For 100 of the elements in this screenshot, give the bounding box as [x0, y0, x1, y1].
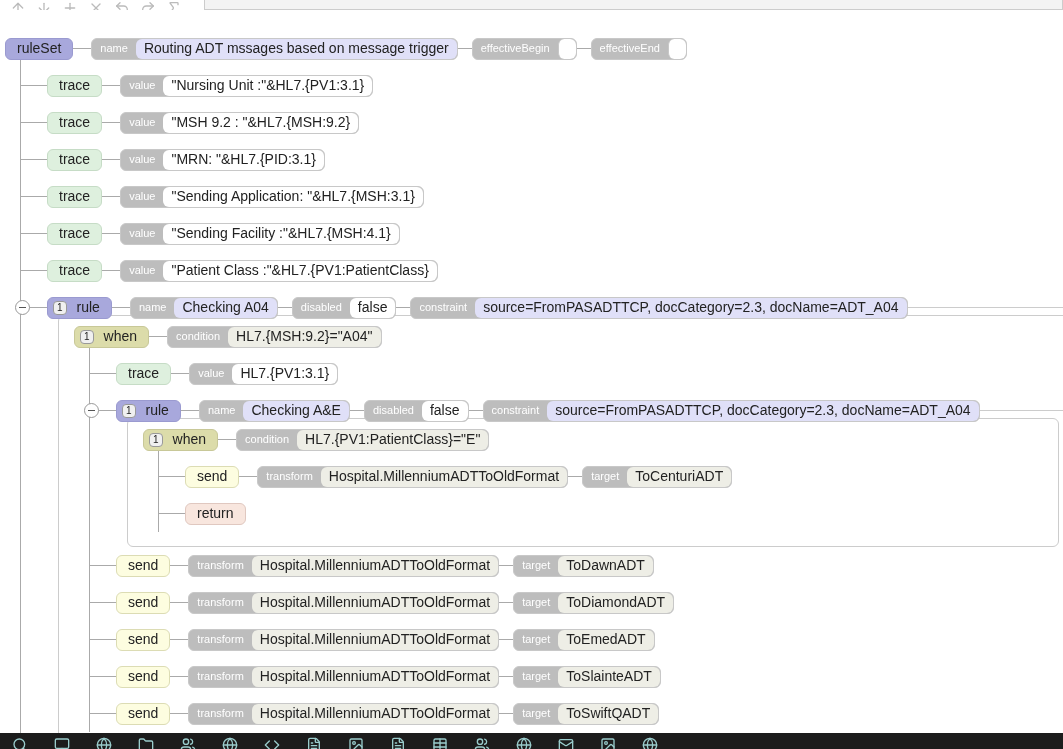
send-block[interactable]: send: [116, 702, 171, 725]
property-value[interactable]: Hospital.MillenniumADTToOldFormat: [251, 629, 499, 650]
property-value[interactable]: HL7.{MSH:9.2}="A04": [228, 326, 381, 347]
empty-value-field[interactable]: [557, 38, 576, 59]
property-label: transform: [196, 558, 245, 574]
property-label: value: [128, 263, 157, 279]
property-value[interactable]: "Patient Class :"&HL7.{PV1:PatientClass}: [163, 260, 437, 281]
property-value[interactable]: "Nursing Unit :"&HL7.{PV1:3.1}: [163, 75, 373, 96]
when-block[interactable]: 1 when: [74, 325, 150, 348]
globe-icon[interactable]: [642, 737, 658, 749]
file-icon[interactable]: [390, 737, 406, 749]
property-label: value: [128, 226, 157, 242]
property-value[interactable]: ToCenturiADT: [627, 466, 732, 487]
property-label: constraint: [418, 300, 469, 316]
block-label: send: [196, 467, 229, 486]
search-icon[interactable]: [12, 737, 28, 749]
property-label: transform: [196, 595, 245, 611]
count-badge: 1: [122, 403, 136, 418]
block-label: ruleSet: [16, 39, 63, 58]
property-value[interactable]: ToDawnADT: [558, 555, 653, 576]
block-label: trace: [58, 187, 92, 206]
when-block[interactable]: 1 when: [143, 428, 219, 451]
property-value[interactable]: HL7.{PV1:3.1}: [232, 363, 338, 384]
property-value[interactable]: Routing ADT mssages based on message trigger: [135, 38, 457, 59]
send-block[interactable]: send: [116, 554, 171, 577]
block-label: when: [102, 327, 139, 346]
property-label: transform: [196, 669, 245, 685]
code-icon[interactable]: [264, 737, 280, 749]
trace-block[interactable]: trace: [47, 222, 103, 245]
send-block[interactable]: send: [116, 665, 171, 688]
property-label: transform: [265, 469, 314, 485]
trace-block[interactable]: trace: [47, 148, 103, 171]
property-value[interactable]: "MRN: "&HL7.{PID:3.1}: [163, 149, 324, 170]
count-badge: 1: [80, 329, 94, 344]
property-value[interactable]: Hospital.MillenniumADTToOldFormat: [251, 703, 499, 724]
collapse-toggle[interactable]: [84, 403, 99, 418]
return-block[interactable]: return: [185, 502, 246, 525]
property-label: name: [137, 300, 168, 316]
collapse-toggle[interactable]: [15, 300, 30, 315]
property-label: disabled: [299, 300, 343, 316]
property-value[interactable]: Hospital.MillenniumADTToOldFormat: [251, 555, 499, 576]
globe-icon[interactable]: [516, 737, 532, 749]
property-label: name: [99, 41, 129, 57]
block-label: return: [196, 504, 235, 523]
property-value[interactable]: "Sending Facility :"&HL7.{MSH:4.1}: [163, 223, 399, 244]
send-block[interactable]: send: [185, 465, 240, 488]
rule-block[interactable]: 1 rule: [116, 399, 181, 422]
block-label: trace: [58, 76, 92, 95]
property-label: target: [521, 706, 552, 722]
block-label: send: [127, 593, 160, 612]
ruleset-block[interactable]: ruleSet: [5, 37, 74, 60]
table-icon[interactable]: [432, 737, 448, 749]
block-label: trace: [58, 113, 92, 132]
rule-block[interactable]: 1 rule: [47, 296, 112, 319]
property-label: target: [590, 469, 621, 485]
property-label: effectiveBegin: [479, 41, 551, 57]
mail-icon[interactable]: [558, 737, 574, 749]
property-value[interactable]: ToDiamondADT: [558, 592, 674, 613]
property-value[interactable]: source=FromPASADTTCP, docCategory=2.3, docName=ADT_A04: [475, 297, 907, 318]
property-value[interactable]: Checking A&E: [243, 400, 349, 421]
image-icon[interactable]: [348, 737, 364, 749]
property-value[interactable]: ToEmedADT: [558, 629, 654, 650]
property-value[interactable]: source=FromPASADTTCP, docCategory=2.3, docName=ADT_A04: [547, 400, 979, 421]
file-icon[interactable]: [306, 737, 322, 749]
property-label: target: [521, 558, 552, 574]
property-value[interactable]: Hospital.MillenniumADTToOldFormat: [320, 466, 568, 487]
property-value[interactable]: HL7.{PV1:PatientClass}="E": [297, 429, 489, 450]
property-label: target: [521, 632, 552, 648]
empty-value-field[interactable]: [667, 38, 686, 59]
property-value[interactable]: Hospital.MillenniumADTToOldFormat: [251, 592, 499, 613]
send-block[interactable]: send: [116, 591, 171, 614]
property-value[interactable]: ToSwiftQADT: [558, 703, 659, 724]
trace-block[interactable]: trace: [116, 362, 172, 385]
property-label: value: [197, 366, 226, 382]
property-label: value: [128, 78, 157, 94]
property-label: effectiveEnd: [598, 41, 661, 57]
image-icon[interactable]: [600, 737, 616, 749]
users-icon[interactable]: [180, 737, 196, 749]
block-label: when: [171, 430, 208, 449]
property-value[interactable]: ToSlainteADT: [558, 666, 660, 687]
property-label: value: [128, 152, 157, 168]
property-value[interactable]: Checking A04: [174, 297, 277, 318]
block-label: trace: [58, 261, 92, 280]
trace-block[interactable]: trace: [47, 185, 103, 208]
users-icon[interactable]: [474, 737, 490, 749]
property-label: target: [521, 669, 552, 685]
property-value[interactable]: "Sending Application: "&HL7.{MSH:3.1}: [163, 186, 423, 207]
folder-icon[interactable]: [138, 737, 154, 749]
send-block[interactable]: send: [116, 628, 171, 651]
trace-block[interactable]: trace: [47, 259, 103, 282]
property-value[interactable]: "MSH 9.2 : "&HL7.{MSH:9.2}: [163, 112, 359, 133]
property-value[interactable]: false: [421, 400, 468, 421]
property-value[interactable]: Hospital.MillenniumADTToOldFormat: [251, 666, 499, 687]
property-value[interactable]: false: [349, 297, 396, 318]
monitor-icon[interactable]: [54, 737, 70, 749]
globe-icon[interactable]: [222, 737, 238, 749]
globe-icon[interactable]: [96, 737, 112, 749]
property-label: value: [128, 189, 157, 205]
trace-block[interactable]: trace: [47, 111, 103, 134]
trace-block[interactable]: trace: [47, 74, 103, 97]
